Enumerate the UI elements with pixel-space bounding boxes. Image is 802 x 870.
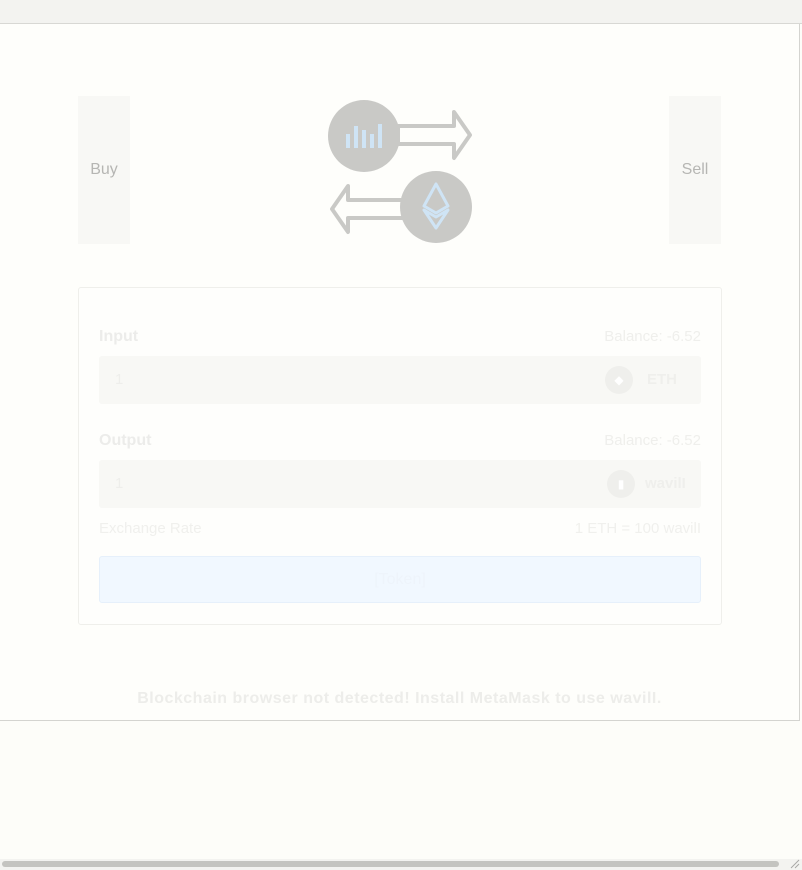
input-amount-value[interactable]: 1 — [115, 371, 123, 388]
output-balance: Balance: -6.52 — [604, 432, 701, 449]
horizontal-scrollbar[interactable] — [0, 859, 802, 870]
eth-token-icon: ◆ — [605, 366, 633, 394]
exchange-rate-label: Exchange Rate — [99, 520, 202, 537]
exchange-illustration — [328, 100, 472, 243]
wavil-token-icon: ▮ — [607, 470, 635, 498]
metamask-notice: Blockchain browser not detected! Install… — [137, 690, 662, 707]
output-amount-value[interactable]: 1 — [115, 475, 123, 492]
output-token-symbol[interactable]: wavilI — [645, 475, 686, 492]
input-balance: Balance: -6.52 — [604, 328, 701, 345]
exchange-rate-value: 1 ETH = 100 wavilI — [574, 520, 701, 537]
resize-grip-icon[interactable] — [790, 859, 800, 869]
window-top-bar — [0, 0, 802, 24]
scrollbar-thumb[interactable] — [2, 861, 779, 867]
input-label: Input — [99, 328, 139, 345]
sell-button[interactable]: Sell — [669, 96, 721, 244]
ethereum-coin-icon — [400, 171, 472, 243]
output-amount-field[interactable]: 1 ▮ wavilI — [99, 460, 701, 508]
input-token-symbol[interactable]: ETH — [647, 371, 677, 388]
swap-card: Input Balance: -6.52 1 ◆ ETH Output Bala… — [78, 287, 722, 625]
submit-swap-button[interactable]: [Token] — [99, 556, 701, 603]
input-amount-field[interactable]: 1 ◆ ETH — [99, 356, 701, 404]
buy-button[interactable]: Buy — [78, 96, 130, 244]
output-label: Output — [99, 432, 152, 449]
